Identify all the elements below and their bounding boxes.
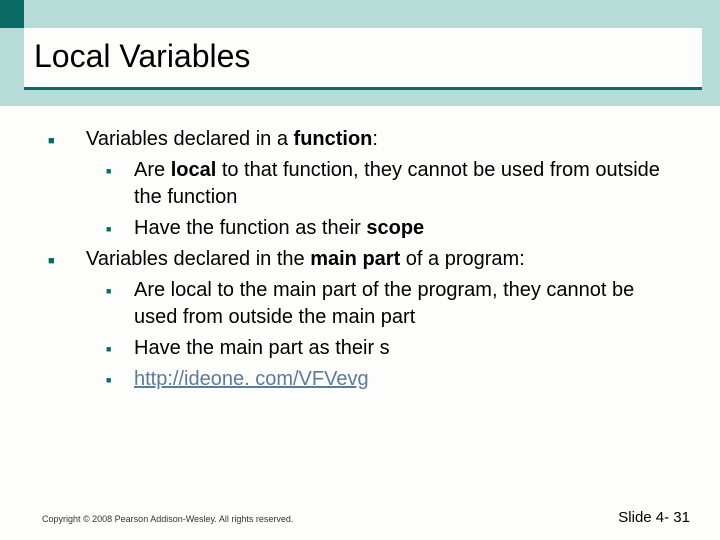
text: : (372, 128, 378, 150)
list-item: ■ http://ideone. com/VFVevg (48, 366, 672, 393)
square-bullet-icon: ■ (48, 126, 86, 153)
bullet-text: Have the main part as their s (134, 335, 672, 362)
link[interactable]: http://ideone. com/VFVevg (134, 368, 369, 390)
text-bold: function (294, 128, 373, 150)
bullet-text: Are local to that function, they cannot … (134, 157, 672, 211)
square-bullet-icon: ■ (106, 335, 134, 362)
title-underline (24, 87, 702, 90)
slide-title: Local Variables (34, 38, 692, 75)
title-box: Local Variables (24, 28, 702, 90)
text: of a program: (400, 248, 525, 270)
square-bullet-icon: ■ (48, 246, 86, 273)
square-bullet-icon: ■ (106, 157, 134, 211)
square-bullet-icon: ■ (106, 366, 134, 393)
list-item: ■ Have the main part as their s (48, 335, 672, 362)
slide-number: Slide 4- 31 (618, 509, 690, 526)
bullet-text: http://ideone. com/VFVevg (134, 366, 672, 393)
square-bullet-icon: ■ (106, 277, 134, 331)
slide-content: ■ Variables declared in a function: ■ Ar… (48, 126, 672, 397)
bullet-text: Variables declared in a function: (86, 126, 672, 153)
header-band: Local Variables (0, 0, 720, 106)
list-item: ■ Variables declared in the main part of… (48, 246, 672, 273)
text-bold: scope (366, 217, 424, 239)
text-bold: local (171, 159, 217, 181)
text: Have the function as their (134, 217, 366, 239)
bullet-text: Variables declared in the main part of a… (86, 246, 672, 273)
list-item: ■ Variables declared in a function: (48, 126, 672, 153)
text-bold: main part (310, 248, 400, 270)
list-item: ■ Are local to the main part of the prog… (48, 277, 672, 331)
bullet-text: Are local to the main part of the progra… (134, 277, 672, 331)
footer: Copyright © 2008 Pearson Addison-Wesley.… (42, 509, 690, 526)
text: Variables declared in the (86, 248, 310, 270)
text: Variables declared in a (86, 128, 294, 150)
list-item: ■ Have the function as their scope (48, 215, 672, 242)
list-item: ■ Are local to that function, they canno… (48, 157, 672, 211)
text: Are (134, 159, 171, 181)
bullet-text: Have the function as their scope (134, 215, 672, 242)
accent-bar (0, 0, 24, 28)
copyright-text: Copyright © 2008 Pearson Addison-Wesley.… (42, 514, 293, 524)
square-bullet-icon: ■ (106, 215, 134, 242)
